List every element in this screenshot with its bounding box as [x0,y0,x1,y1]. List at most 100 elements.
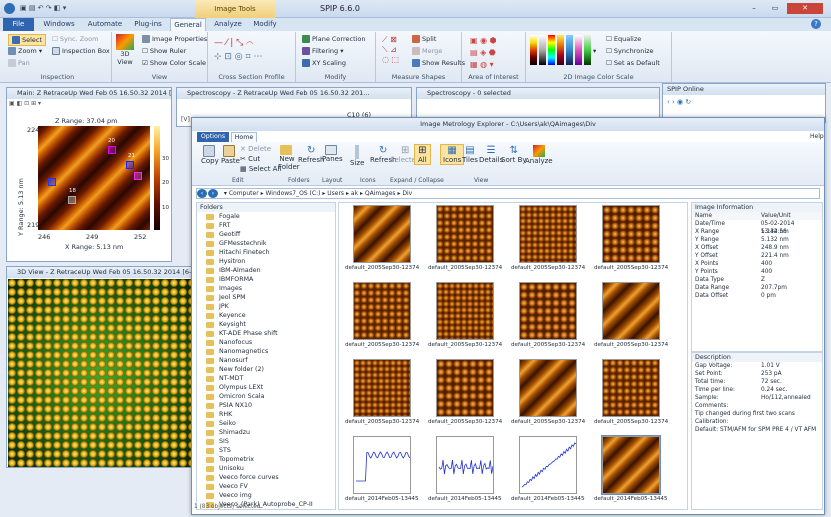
equalize-button[interactable]: ☐ Equalize [606,35,641,43]
new-folder-button[interactable]: New Folder [278,145,300,171]
marker-d[interactable] [48,178,56,186]
select-button[interactable]: Select [8,34,47,46]
filtering-button[interactable]: Filtering ▾ [302,47,344,55]
plane-correction-button[interactable]: Plane Correction [302,35,366,43]
tab-windows[interactable]: Windows [38,18,80,31]
thumbnail-item[interactable]: default_2005Sep30-123743_ST... [428,205,502,273]
folder-item[interactable]: Shimadzu [197,428,335,437]
thumbnail-item[interactable]: default_2014Feb05-134456_ST... [345,436,419,504]
analyze-button[interactable]: Analyze [525,145,553,165]
show-results-button[interactable]: Show Results [412,59,465,67]
panes-button[interactable]: Panes [322,145,343,163]
folder-item[interactable]: Olympus LEXt [197,383,335,392]
folder-item[interactable]: Images [197,284,335,293]
copy-button[interactable]: Copy [201,145,219,165]
thumbnail-item[interactable]: default_2005Sep30-123743_ST... [511,359,585,427]
address-bar[interactable]: ‹ › ▾ Computer ▸ Windows7_OS (C:) ▸ Users… [196,188,820,199]
crumb-users[interactable]: Users [327,190,344,197]
tab-automate[interactable]: Automate [84,18,126,31]
select-all-button[interactable]: ▦ Select All [240,165,281,173]
maximize-button[interactable]: ▭ [766,3,784,14]
folder-item[interactable]: Nanofocus [197,338,335,347]
3d-view-button[interactable]: 3D View [114,34,136,66]
profile-tools[interactable]: ⊹ ⊡ ◎ ⌗ ⋯ [214,52,262,62]
paste-button[interactable]: Paste [221,145,240,165]
folder-item[interactable]: Veeco force curves [197,473,335,482]
folder-item[interactable]: Unisoku [197,464,335,473]
view-tiles-button[interactable]: ▤ Tiles [462,145,478,164]
image-properties-button[interactable]: Image Properties [142,35,207,43]
pan-button[interactable]: Pan [8,59,30,67]
palette-more[interactable]: ▾ [593,47,596,55]
crumb-qaimages[interactable]: QAimages [365,190,396,197]
folder-item[interactable]: NT-MDT [197,374,335,383]
aoi-tools[interactable]: ▣ ◉ ⬢ ▤ ◈ ⬣ ▦ ◍ ▾ [470,35,497,71]
tab-file[interactable]: File [3,18,34,31]
folder-item[interactable]: Topometrix [197,455,335,464]
folder-item[interactable]: IBMFORMA [197,275,335,284]
folder-item[interactable]: Seiko [197,419,335,428]
folder-item[interactable]: FRT [197,221,335,230]
palette-7[interactable] [584,35,591,65]
folder-item[interactable]: New folder (2) [197,365,335,374]
view-details-button[interactable]: ☰ Details [479,145,503,164]
folder-item[interactable]: Veeco FV [197,482,335,491]
palette-5[interactable] [566,35,573,65]
view-icons-button[interactable]: ▦ Icons [440,144,465,165]
marker-a[interactable] [108,146,116,154]
thumbnail-item[interactable]: default_2014Feb05-134456_ST... [511,436,585,504]
help-icon[interactable]: ? [811,19,821,29]
set-default-button[interactable]: ☐ Set as Default [606,59,660,67]
merge-button[interactable]: Merge [412,47,442,55]
expand-all-button[interactable]: ⊞ All [414,144,431,165]
thumbnail-item[interactable]: default_2005Sep30-123743_ST... [345,205,419,273]
synchronize-button[interactable]: ☐ Synchronize [606,47,654,55]
delete-button[interactable]: ✕ Delete [240,145,271,153]
folder-item[interactable]: SIS [197,437,335,446]
cut-button[interactable]: ✂ Cut [240,155,260,163]
thumbnail-item[interactable]: default_2005Sep30-123743_ST... [594,205,668,273]
xy-scaling-button[interactable]: XY Scaling [302,59,346,67]
thumbnail-item[interactable]: default_2005Sep30-123743_ST... [594,282,668,350]
tab-analyze[interactable]: Analyze [210,18,246,31]
folder-item[interactable]: Keysight [197,320,335,329]
measure-tools[interactable]: ⟋ ⊠ ⟍ ⊿ ◌ ⬚ [382,35,399,64]
folder-item[interactable]: PSIA NX10 [197,401,335,410]
folder-item[interactable]: Hysitron [197,257,335,266]
thumbnail-item[interactable]: default_2005Sep30-123743_ST... [428,282,502,350]
explorer-window[interactable]: Image Metrology Explorer - C:\Users\ak\Q… [191,117,825,515]
marker-e[interactable] [68,196,76,204]
folder-item[interactable]: Hitachi Finetech [197,248,335,257]
qat-icons[interactable]: ▣ ▤ ↶ ↷ ◧ ▾ [20,4,110,14]
crumb-drive[interactable]: Windows7_OS (C:) [265,190,320,197]
folder-pane[interactable]: Folders Fogale FRT Geotiff GFMesstechnik Hit… [196,202,336,510]
explorer-tab-options[interactable]: Options [197,132,229,142]
tab-modify[interactable]: Modify [248,18,282,31]
folder-item[interactable]: IBM-Almaden [197,266,335,275]
thumbnail-item[interactable]: default_2005Sep30-123743_ST... [511,282,585,350]
folder-item[interactable]: Fogale [197,212,335,221]
thumbnail-grid[interactable]: default_2005Sep30-123743_ST... default_20… [338,202,688,510]
tab-general[interactable]: General [170,18,206,31]
folder-list[interactable]: Fogale FRT Geotiff GFMesstechnik Hitachi Fin… [197,212,335,509]
sort-by-button[interactable]: ⇅ Sort By [501,145,527,164]
thumbnail-item[interactable]: default_2014Feb05-134456_ST... [428,436,502,504]
thumbnail-item[interactable]: default_2005Sep30-123743_ST... [511,205,585,273]
minimize-button[interactable]: – [745,3,763,14]
folder-item[interactable]: Veeco img [197,491,335,500]
main-image-window[interactable]: Main: Z RetraceUp Wed Feb 05 16.50.32 20… [6,87,172,262]
spip-online-toolbar[interactable]: ‹ › ◉ ↻ [667,98,691,106]
crumb-computer[interactable]: Computer [229,190,259,197]
crumb-div[interactable]: Div [402,190,412,197]
folder-item[interactable]: RHK [197,410,335,419]
thumbnail-item[interactable]: default_2005Sep30-123743_ST... [594,359,668,427]
folder-item[interactable]: Jeol SPM [197,293,335,302]
palette-4[interactable] [557,35,564,65]
show-color-scale-check[interactable]: ☑ Show Color Scale [142,59,206,67]
palette-2[interactable] [539,35,546,65]
thumbnail-item[interactable]: default_2005Sep30-123743_ST... [345,282,419,350]
crumb-ak[interactable]: ak [351,190,358,197]
palette-6[interactable] [575,35,582,65]
close-button[interactable]: ✕ [787,3,823,14]
thumbnail-item[interactable]: default_2005Sep30-123743_ST... [345,359,419,427]
